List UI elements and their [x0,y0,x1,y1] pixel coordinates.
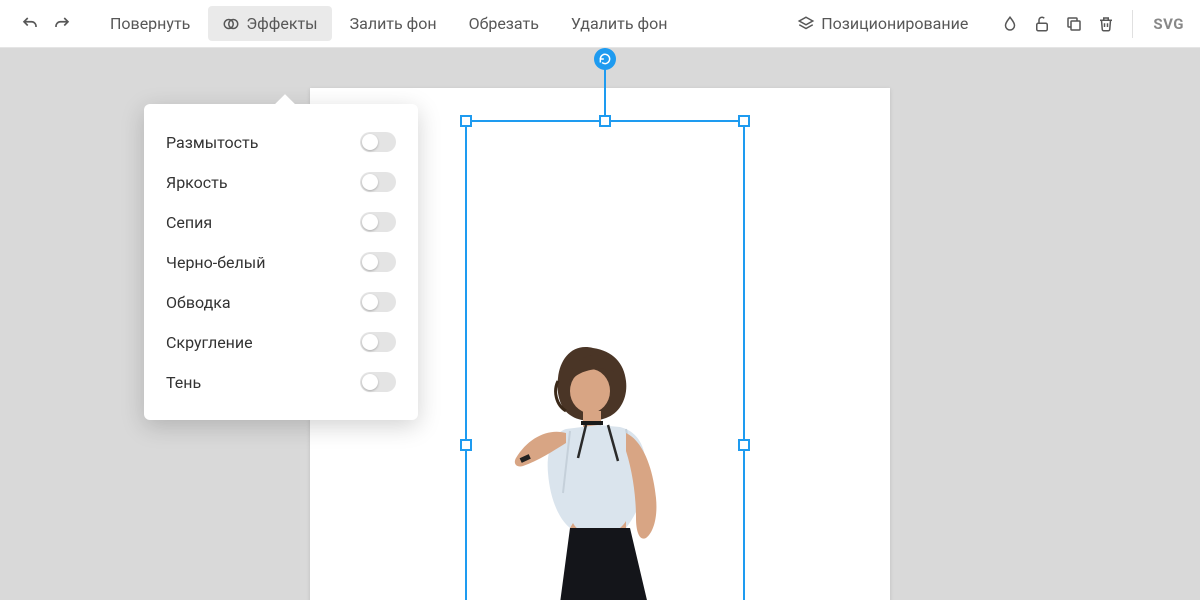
crop-label: Обрезать [469,14,539,33]
effect-row-sepia: Сепия [144,202,418,242]
redo-button[interactable] [48,10,76,38]
toggle-sepia[interactable] [360,212,396,232]
lock-button[interactable] [1028,10,1056,38]
droplet-icon [1001,15,1019,33]
effect-label-blur: Размытость [166,133,258,152]
resize-handle-mr[interactable] [738,439,750,451]
rotate-menu[interactable]: Повернуть [96,6,204,41]
unlock-icon [1033,15,1051,33]
trash-icon [1097,15,1115,33]
effects-dropdown: Размытость Яркость Сепия Черно-белый Обв… [144,104,418,420]
toggle-blur[interactable] [360,132,396,152]
redo-icon [53,15,71,33]
crop-menu[interactable]: Обрезать [455,6,553,41]
effect-label-outline: Обводка [166,293,231,312]
positioning-label: Позиционирование [821,14,968,33]
effect-label-brightness: Яркость [166,173,228,192]
delete-button[interactable] [1092,10,1120,38]
toggle-shadow[interactable] [360,372,396,392]
effect-label-rounding: Скругление [166,333,253,352]
toggle-grayscale[interactable] [360,252,396,272]
effect-row-shadow: Тень [144,362,418,402]
rotate-handle[interactable] [594,48,616,70]
selection-bounding-box[interactable] [465,120,745,600]
duplicate-button[interactable] [1060,10,1088,38]
positioning-menu[interactable]: Позиционирование [783,6,982,41]
effect-row-rounding: Скругление [144,322,418,362]
toggle-rounding[interactable] [360,332,396,352]
main-toolbar: Повернуть Эффекты Залить фон Обрезать Уд… [0,0,1200,48]
undo-icon [21,15,39,33]
remove-bg-label: Удалить фон [571,14,668,33]
toggle-brightness[interactable] [360,172,396,192]
fill-bg-label: Залить фон [350,14,437,33]
effects-label: Эффекты [246,14,317,33]
resize-handle-tl[interactable] [460,115,472,127]
effect-row-brightness: Яркость [144,162,418,202]
rotate-icon [598,52,612,66]
toggle-outline[interactable] [360,292,396,312]
fill-bg-menu[interactable]: Залить фон [336,6,451,41]
layers-icon [797,15,815,33]
effects-icon [222,15,240,33]
canvas-workspace[interactable]: Размытость Яркость Сепия Черно-белый Обв… [0,48,1200,600]
effect-row-blur: Размытость [144,122,418,162]
undo-button[interactable] [16,10,44,38]
rotate-label: Повернуть [110,14,190,33]
effect-row-grayscale: Черно-белый [144,242,418,282]
remove-bg-menu[interactable]: Удалить фон [557,6,682,41]
effect-label-grayscale: Черно-белый [166,253,265,272]
opacity-button[interactable] [996,10,1024,38]
copy-icon [1065,15,1083,33]
resize-handle-tm[interactable] [599,115,611,127]
effect-row-outline: Обводка [144,282,418,322]
rotate-handle-line [604,62,606,116]
effect-label-sepia: Сепия [166,213,212,232]
svg-format-button[interactable]: SVG [1153,15,1184,33]
effects-menu[interactable]: Эффекты [208,6,331,41]
effect-label-shadow: Тень [166,373,201,392]
resize-handle-ml[interactable] [460,439,472,451]
toolbar-divider [1132,10,1133,38]
resize-handle-tr[interactable] [738,115,750,127]
